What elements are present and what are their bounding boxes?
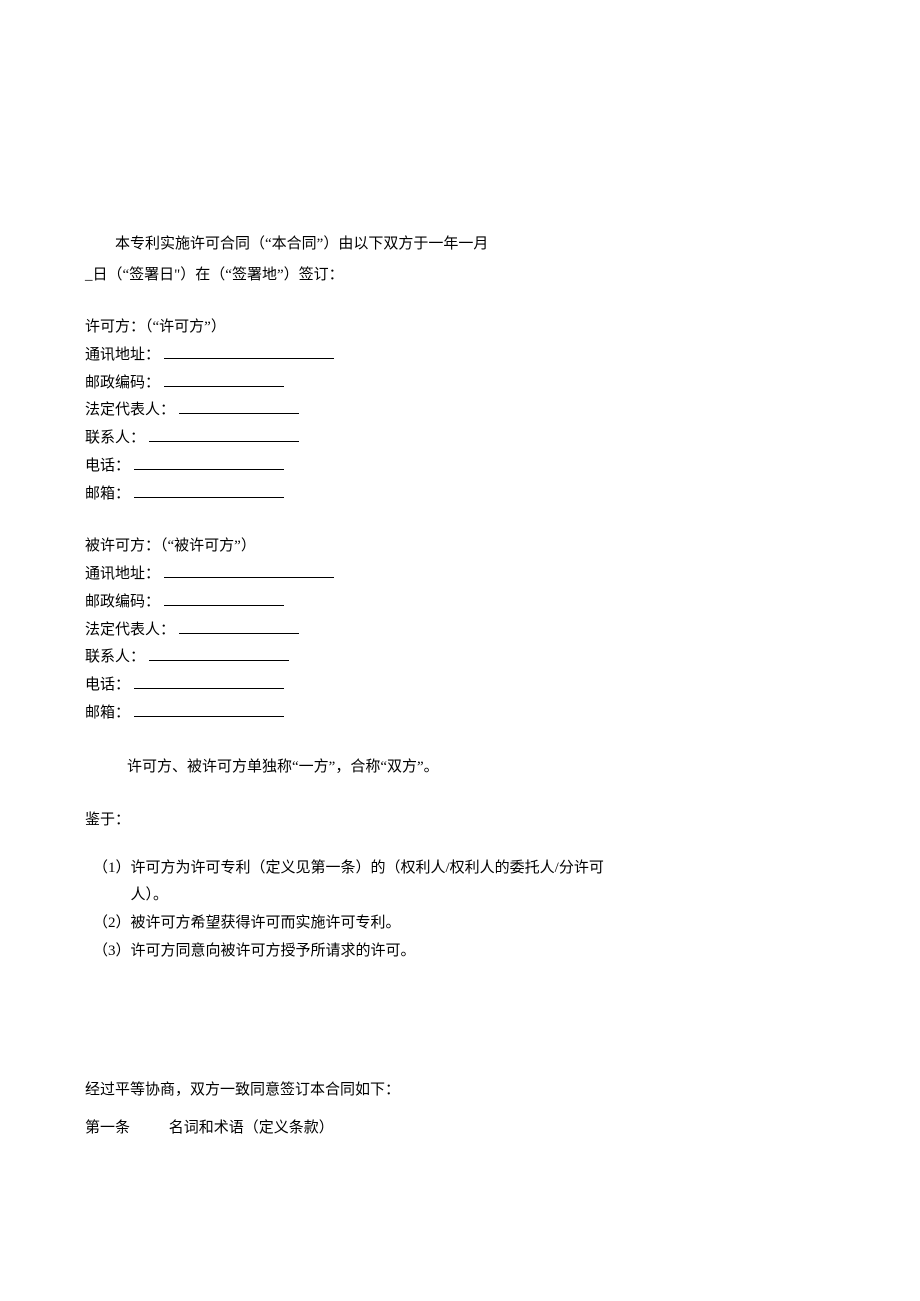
licensee-phone: 电话： xyxy=(85,672,835,700)
licensor-phone-blank xyxy=(134,454,284,470)
article-1-number: 第一条 xyxy=(85,1114,165,1143)
licensee-email-blank xyxy=(134,701,284,717)
licensee-phone-blank xyxy=(134,673,284,689)
document-page: 本专利实施许可合同（“本合同”）由以下双方于一年一月 _日（“签署日"）在（“签… xyxy=(0,0,920,1243)
licensor-address: 通讯地址： xyxy=(85,342,835,370)
licensor-phone-label: 电话： xyxy=(85,458,130,474)
licensee-legal-rep-blank xyxy=(179,618,299,634)
licensee-postal-blank xyxy=(164,590,284,606)
parties-reference: 许可方、被许可方单独称“一方”，合称“双方”。 xyxy=(85,753,835,782)
intro-line-2: _日（“签署日"）在（“签署地”）签订： xyxy=(85,261,835,290)
licensee-address-blank xyxy=(164,562,334,578)
licensee-legal-rep: 法定代表人： xyxy=(85,617,835,645)
licensor-legal-rep: 法定代表人： xyxy=(85,397,835,425)
article-1: 第一条 名词和术语（定义条款） xyxy=(85,1114,835,1143)
licensor-legal-rep-label: 法定代表人： xyxy=(85,402,175,418)
licensee-contact-blank xyxy=(149,645,289,661)
licensee-address: 通讯地址： xyxy=(85,561,835,589)
licensee-postal: 邮政编码： xyxy=(85,589,835,617)
licensor-postal-blank xyxy=(164,371,284,387)
licensor-email: 邮箱： xyxy=(85,481,835,509)
licensor-address-blank xyxy=(164,343,334,359)
licensor-contact-label: 联系人： xyxy=(85,430,145,446)
licensee-email-label: 邮箱： xyxy=(85,705,130,721)
licensee-email: 邮箱： xyxy=(85,700,835,728)
closing-statement: 经过平等协商，双方一致同意签订本合同如下： xyxy=(85,1076,835,1105)
licensor-contact: 联系人： xyxy=(85,425,835,453)
licensee-legal-rep-label: 法定代表人： xyxy=(85,622,175,638)
whereas-label: 鉴于： xyxy=(85,806,835,835)
intro-line-1: 本专利实施许可合同（“本合同”）由以下双方于一年一月 xyxy=(85,230,835,259)
article-1-title: 名词和术语（定义条款） xyxy=(169,1120,334,1136)
recital-1-line-b: 人）。 xyxy=(93,882,835,910)
licensor-email-blank xyxy=(134,482,284,498)
licensor-phone: 电话： xyxy=(85,453,835,481)
recital-2: （2）被许可方希望获得许可而实施许可专利。 xyxy=(93,910,835,938)
licensee-heading: 被许可方：（“被许可方”） xyxy=(85,533,835,561)
licensee-postal-label: 邮政编码： xyxy=(85,594,160,610)
recital-1-line-a: （1）许可方为许可专利（定义见第一条）的（权利人/权利人的委托人/分许可 xyxy=(93,855,835,883)
licensee-address-label: 通讯地址： xyxy=(85,566,160,582)
licensor-address-label: 通讯地址： xyxy=(85,347,160,363)
licensee-contact: 联系人： xyxy=(85,644,835,672)
licensor-heading: 许可方：（“许可方”） xyxy=(85,314,835,342)
licensor-legal-rep-blank xyxy=(179,398,299,414)
licensor-postal-label: 邮政编码： xyxy=(85,375,160,391)
recital-list: （1）许可方为许可专利（定义见第一条）的（权利人/权利人的委托人/分许可 人）。… xyxy=(93,855,835,966)
recital-3: （3）许可方同意向被许可方授予所请求的许可。 xyxy=(93,938,835,966)
licensor-contact-blank xyxy=(149,426,299,442)
licensee-contact-label: 联系人： xyxy=(85,649,145,665)
licensee-phone-label: 电话： xyxy=(85,677,130,693)
licensor-postal: 邮政编码： xyxy=(85,370,835,398)
licensor-block: 许可方：（“许可方”） 通讯地址： 邮政编码： 法定代表人： 联系人： 电话： … xyxy=(85,314,835,508)
licensee-block: 被许可方：（“被许可方”） 通讯地址： 邮政编码： 法定代表人： 联系人： 电话… xyxy=(85,533,835,727)
licensor-email-label: 邮箱： xyxy=(85,486,130,502)
